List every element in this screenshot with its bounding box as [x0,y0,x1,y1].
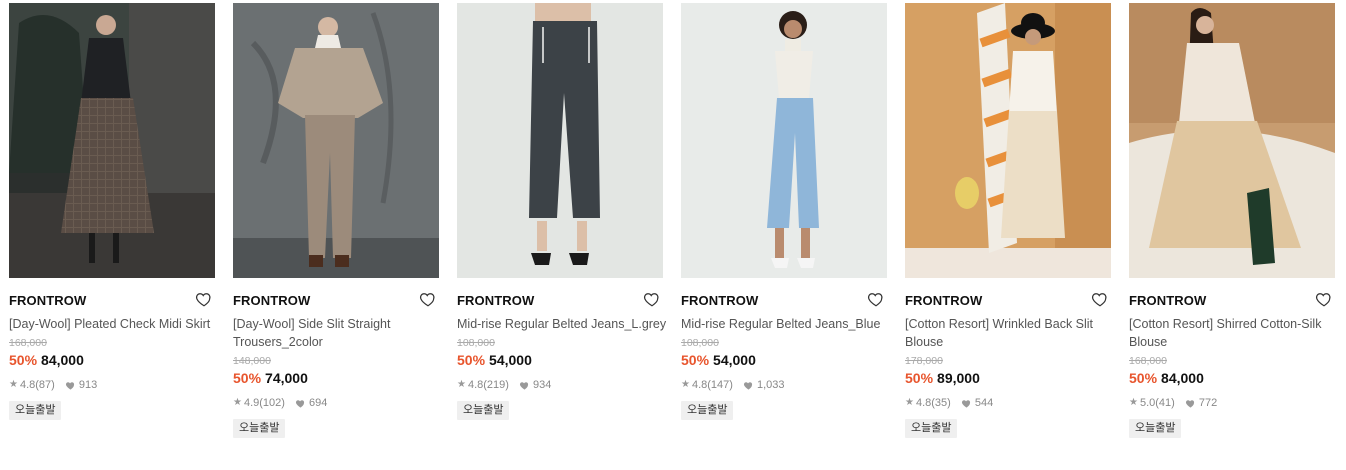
price-row: 50% 84,000 [9,351,215,369]
discount-rate: 50% [681,352,710,368]
discount-rate: 50% [1129,370,1158,386]
product-meta: ★ 4.8 (35) 544 [905,396,1111,410]
product-meta: ★ 4.8 (87) 913 [9,378,215,392]
shipping-badge: 오늘출발 [9,401,62,420]
product-card[interactable]: FRONTROW Mid-rise Regular Belted Jeans_L… [457,3,666,420]
original-price: 168,000 [9,337,47,349]
product-image[interactable] [233,3,439,278]
product-card[interactable]: FRONTROW [Day-Wool] Side Slit Straight T… [233,3,439,438]
discount-rate: 50% [457,352,486,368]
product-image[interactable] [1129,3,1335,278]
product-grid: FRONTROW [Day-Wool] Pleated Check Midi S… [0,0,1346,470]
product-name[interactable]: [Cotton Resort] Wrinkled Back Slit Blous… [905,315,1115,351]
rating-value: 4.8 [19,379,36,391]
product-image[interactable] [905,3,1111,278]
shipping-badge: 오늘출발 [233,419,286,438]
price-row: 50% 84,000 [1129,369,1335,387]
sale-price: 84,000 [41,352,84,368]
sale-price: 89,000 [937,370,980,386]
star-icon: ★ [681,379,690,390]
product-brand[interactable]: FRONTROW [457,292,663,310]
product-brand[interactable]: FRONTROW [681,292,887,310]
star-icon: ★ [9,379,18,390]
product-card[interactable]: FRONTROW [Day-Wool] Pleated Check Midi S… [9,3,215,420]
review-count: (102) [259,397,285,409]
product-meta: ★ 5.0 (41) 772 [1129,396,1335,410]
discount-rate: 50% [233,370,262,386]
product-brand[interactable]: FRONTROW [1129,292,1335,310]
review-count: (41) [1155,397,1175,409]
star-icon: ★ [1129,397,1138,408]
product-brand[interactable]: FRONTROW [9,292,215,310]
wishlist-heart-icon[interactable] [1091,290,1109,308]
star-icon: ★ [233,397,242,408]
product-name[interactable]: [Cotton Resort] Shirred Cotton-Silk Blou… [1129,315,1339,351]
original-price: 148,000 [233,355,271,367]
price-row: 50% 74,000 [233,369,439,387]
product-meta: ★ 4.9 (102) 694 [233,396,439,410]
product-brand[interactable]: FRONTROW [905,292,1111,310]
original-price: 178,000 [905,355,943,367]
shipping-badge: 오늘출발 [681,401,734,420]
like-heart-icon [743,380,754,390]
review-count: (147) [707,379,733,391]
price-row: 50% 89,000 [905,369,1111,387]
product-card[interactable]: FRONTROW [Cotton Resort] Wrinkled Back S… [905,3,1111,438]
product-name[interactable]: Mid-rise Regular Belted Jeans_L.grey [457,315,667,333]
review-count: (87) [35,379,55,391]
rating-value: 5.0 [1139,397,1156,409]
product-image[interactable] [457,3,663,278]
shipping-badge: 오늘출발 [905,419,958,438]
price-row: 50% 54,000 [681,351,887,369]
like-heart-icon [295,398,306,408]
discount-rate: 50% [905,370,934,386]
star-icon: ★ [905,397,914,408]
product-brand[interactable]: FRONTROW [233,292,439,310]
wishlist-heart-icon[interactable] [867,290,885,308]
wishlist-heart-icon[interactable] [195,290,213,308]
like-count: 913 [78,379,98,391]
product-meta: ★ 4.8 (219) 934 [457,378,663,392]
shipping-badge: 오늘출발 [457,401,510,420]
like-heart-icon [1185,398,1196,408]
sale-price: 54,000 [713,352,756,368]
wishlist-heart-icon[interactable] [419,290,437,308]
wishlist-heart-icon[interactable] [643,290,661,308]
sale-price: 84,000 [1161,370,1204,386]
star-icon: ★ [457,379,466,390]
wishlist-heart-icon[interactable] [1315,290,1333,308]
review-count: (219) [483,379,509,391]
like-heart-icon [519,380,530,390]
like-count: 694 [308,397,328,409]
product-meta: ★ 4.8 (147) 1,033 [681,378,887,392]
rating-value: 4.8 [691,379,708,391]
review-count: (35) [931,397,951,409]
sale-price: 54,000 [489,352,532,368]
like-count: 544 [974,397,994,409]
original-price: 108,000 [681,337,719,349]
rating-value: 4.8 [915,397,932,409]
product-name[interactable]: [Day-Wool] Pleated Check Midi Skirt [9,315,219,333]
price-row: 50% 54,000 [457,351,663,369]
original-price: 108,000 [457,337,495,349]
product-card[interactable]: FRONTROW Mid-rise Regular Belted Jeans_B… [681,3,887,420]
product-name[interactable]: [Day-Wool] Side Slit Straight Trousers_2… [233,315,443,351]
like-heart-icon [961,398,972,408]
like-count: 934 [532,379,552,391]
original-price: 168,000 [1129,355,1167,367]
rating-value: 4.9 [243,397,260,409]
product-card[interactable]: FRONTROW [Cotton Resort] Shirred Cotton-… [1129,3,1335,438]
like-count: 1,033 [756,379,785,391]
like-heart-icon [65,380,76,390]
product-image[interactable] [681,3,887,278]
product-name[interactable]: Mid-rise Regular Belted Jeans_Blue [681,315,891,333]
rating-value: 4.8 [467,379,484,391]
like-count: 772 [1198,397,1218,409]
shipping-badge: 오늘출발 [1129,419,1182,438]
product-image[interactable] [9,3,215,278]
sale-price: 74,000 [265,370,308,386]
discount-rate: 50% [9,352,38,368]
